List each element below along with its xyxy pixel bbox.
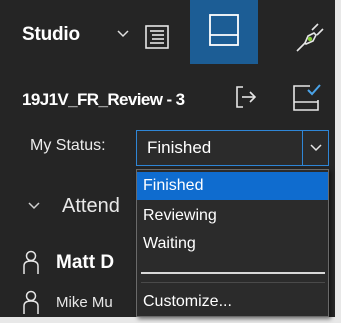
notes-icon bbox=[144, 24, 170, 55]
session-name: 19J1V_FR_Review - 3 bbox=[22, 90, 185, 109]
attendee-name: Matt D bbox=[56, 252, 115, 273]
exit-session-icon bbox=[233, 84, 259, 115]
person-icon bbox=[22, 290, 40, 316]
dropdown-divider bbox=[141, 272, 325, 274]
status-select[interactable]: Finished bbox=[136, 130, 329, 166]
status-option-customize[interactable]: Customize... bbox=[137, 288, 328, 316]
chevron-down-icon[interactable] bbox=[302, 131, 328, 165]
exit-session-button[interactable] bbox=[229, 82, 263, 116]
attendee-name: Mike Mu bbox=[56, 294, 113, 311]
status-dropdown-list: Finished Reviewing Waiting Customize... bbox=[136, 169, 329, 317]
status-option-blank[interactable] bbox=[137, 260, 328, 272]
studio-panel: Studio 19J1V_FR_Review - 3 My Status: Fi… bbox=[0, 0, 341, 323]
panel-toggle-button[interactable] bbox=[190, 0, 258, 64]
status-option-reviewing[interactable]: Reviewing bbox=[137, 202, 328, 230]
checklist-icon bbox=[290, 82, 322, 119]
attendees-header[interactable]: Attend bbox=[62, 195, 120, 218]
chevron-down-icon[interactable] bbox=[115, 26, 131, 42]
panel-icon bbox=[207, 13, 241, 52]
notes-button[interactable] bbox=[134, 18, 180, 60]
person-icon bbox=[22, 250, 40, 276]
plug-icon bbox=[294, 22, 326, 59]
workspace-label[interactable]: Studio bbox=[22, 24, 80, 46]
connection-button[interactable] bbox=[290, 20, 330, 60]
my-status-label: My Status: bbox=[30, 137, 106, 154]
checklist-button[interactable] bbox=[286, 80, 326, 120]
dropdown-divider bbox=[141, 282, 325, 283]
status-select-value: Finished bbox=[147, 138, 212, 157]
chevron-down-icon[interactable] bbox=[26, 198, 42, 214]
status-option-waiting[interactable]: Waiting bbox=[137, 230, 328, 258]
status-option-finished[interactable]: Finished bbox=[137, 172, 328, 200]
